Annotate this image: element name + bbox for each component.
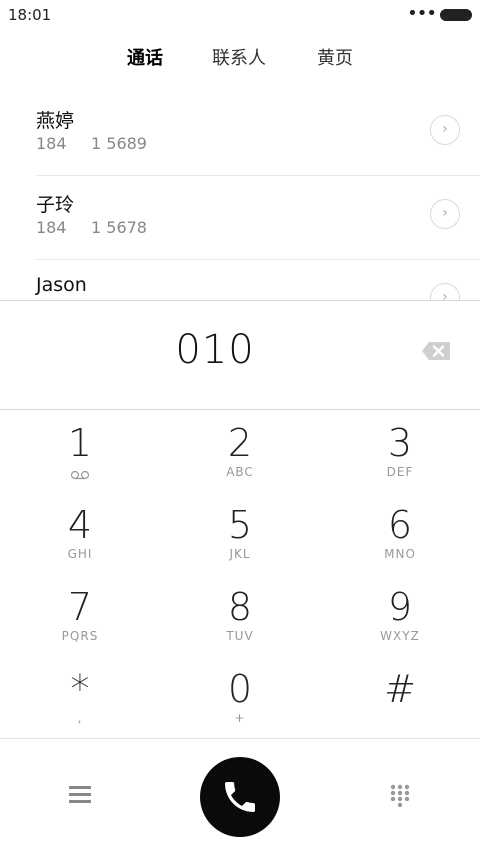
key-star[interactable]: * , — [20, 655, 140, 737]
key-digit: * — [70, 667, 90, 711]
key-hash[interactable]: # — [340, 655, 460, 737]
contact-name: 燕婷 — [36, 110, 75, 132]
key-8[interactable]: 8 TUV — [180, 573, 300, 655]
key-digit: 4 — [67, 503, 93, 547]
call-button[interactable] — [200, 757, 280, 837]
key-letters: WXYZ — [380, 629, 420, 643]
menu-icon[interactable] — [69, 786, 91, 804]
phone-icon — [225, 782, 255, 812]
dial-keypad: 1 2 ABC 3 DEF 4 GHI 5 JKL 6 MNO 7 PQRS 8… — [0, 409, 480, 737]
key-digit: 7 — [67, 585, 93, 629]
key-digit: 5 — [227, 503, 253, 547]
contact-number-prefix: 184 — [36, 218, 67, 237]
number-display: 010 — [0, 300, 480, 410]
chevron-right-icon[interactable]: › — [430, 115, 460, 145]
key-digit: 6 — [387, 503, 413, 547]
status-bar: 18:01 ••• — [0, 0, 480, 30]
key-digit: 9 — [387, 585, 413, 629]
chevron-right-icon[interactable]: › — [430, 283, 460, 300]
key-digit: 2 — [227, 421, 253, 465]
status-dots-icon: ••• — [407, 3, 437, 24]
voicemail-icon — [70, 470, 90, 480]
key-digit: # — [384, 667, 416, 711]
tab-bar: 通话 联系人 黄页 — [0, 44, 480, 72]
key-digit: 3 — [387, 421, 413, 465]
key-letters: MNO — [384, 547, 416, 561]
key-letters: ABC — [226, 465, 254, 479]
key-0[interactable]: 0 + — [180, 655, 300, 737]
contact-item[interactable]: Jason › — [0, 260, 480, 300]
key-digit: 0 — [227, 667, 253, 711]
key-9[interactable]: 9 WXYZ — [340, 573, 460, 655]
battery-icon — [440, 9, 472, 21]
contact-number-suffix: 1 5689 — [91, 134, 147, 153]
contact-suggestions-list: 燕婷 184 1 5689 › 子玲 184 1 5678 › Jason › — [0, 92, 480, 300]
dialed-number: 010 — [175, 327, 255, 373]
key-letters: + — [234, 711, 246, 725]
contact-number-suffix: 1 5678 — [91, 218, 147, 237]
status-time: 18:01 — [8, 6, 52, 24]
contact-name: 子玲 — [36, 194, 75, 216]
key-letters: JKL — [229, 547, 251, 561]
key-2[interactable]: 2 ABC — [180, 409, 300, 491]
key-letters: GHI — [67, 547, 93, 561]
contact-name: Jason — [36, 274, 87, 296]
key-digit: 8 — [227, 585, 253, 629]
key-digit: 1 — [67, 421, 93, 465]
key-letters: PQRS — [61, 629, 99, 643]
contact-item[interactable]: 子玲 184 1 5678 › — [0, 176, 480, 260]
dialpad-icon[interactable] — [389, 784, 411, 808]
chevron-right-icon[interactable]: › — [430, 199, 460, 229]
key-5[interactable]: 5 JKL — [180, 491, 300, 573]
key-1[interactable]: 1 — [20, 409, 140, 491]
tab-calls[interactable]: 通话 — [127, 44, 163, 70]
contact-number-prefix: 184 — [36, 134, 67, 153]
key-letters: DEF — [386, 465, 414, 479]
key-letters: TUV — [226, 629, 254, 643]
key-6[interactable]: 6 MNO — [340, 491, 460, 573]
key-3[interactable]: 3 DEF — [340, 409, 460, 491]
key-letters: , — [77, 711, 83, 725]
tab-contacts[interactable]: 联系人 — [212, 44, 266, 70]
key-7[interactable]: 7 PQRS — [20, 573, 140, 655]
contact-item[interactable]: 燕婷 184 1 5689 › — [0, 92, 480, 176]
bottom-action-bar — [0, 738, 480, 854]
backspace-icon[interactable] — [421, 341, 451, 361]
tab-yellow-pages[interactable]: 黄页 — [317, 44, 353, 70]
key-4[interactable]: 4 GHI — [20, 491, 140, 573]
